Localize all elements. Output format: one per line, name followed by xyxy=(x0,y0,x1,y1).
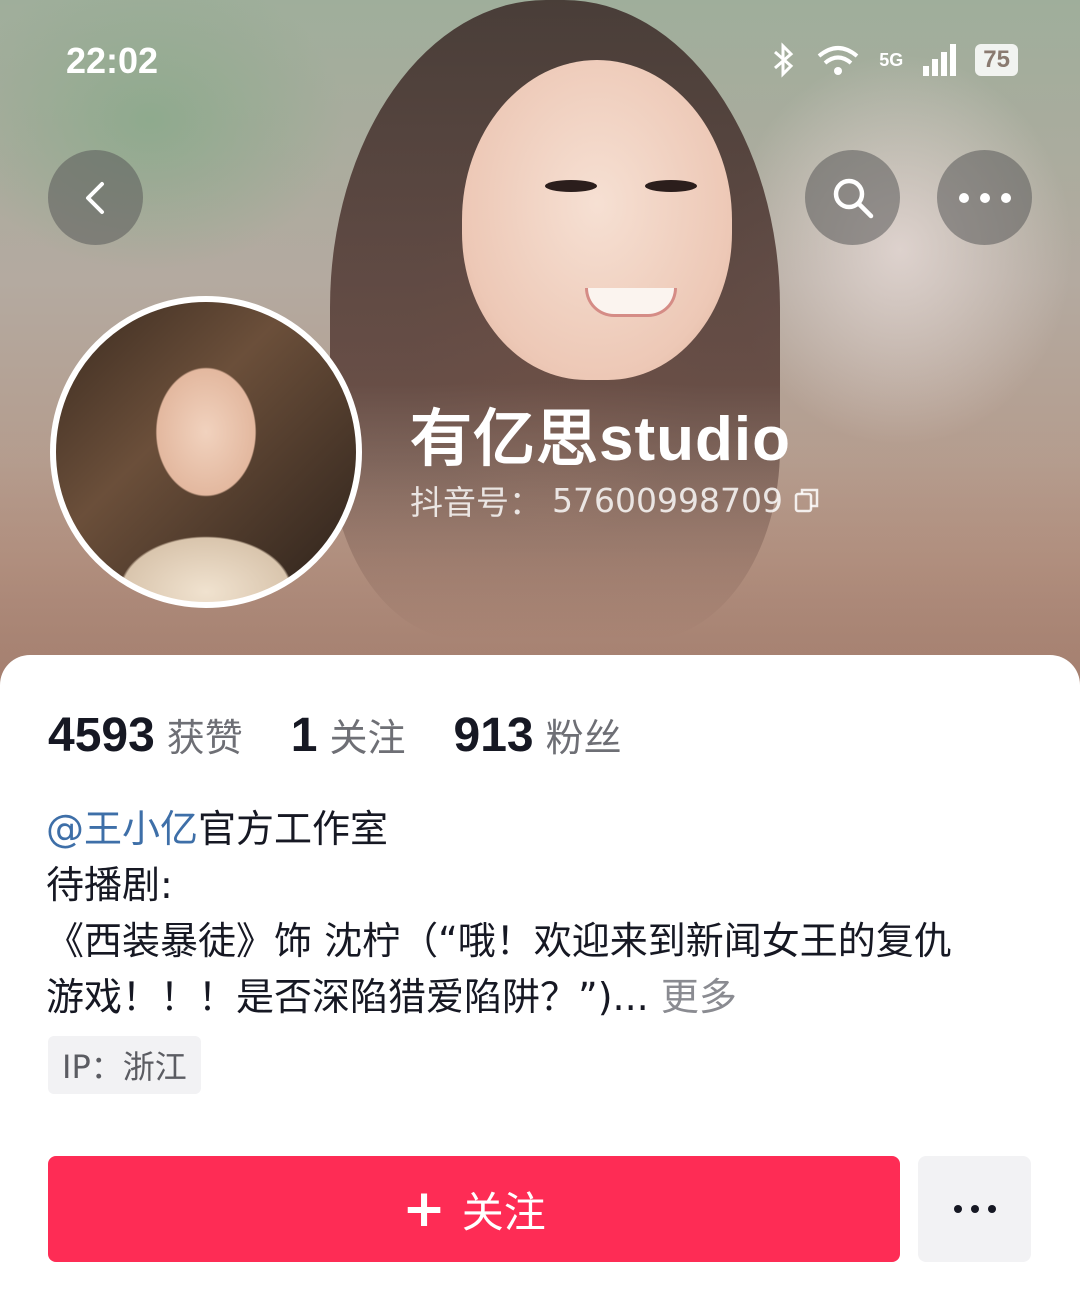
cover-photo-face xyxy=(462,60,732,380)
more-icon xyxy=(958,192,1011,203)
cover-photo-eye xyxy=(645,180,697,192)
stat-label: 获赞 xyxy=(166,716,243,760)
profile-cover: 22:02 5G 75 有亿思studio 抖音号： 57600998709 xyxy=(0,0,1080,700)
bio-text: 游戏！！！是否深陷猎爱陷阱？”)... xyxy=(46,975,649,1019)
bio-more-link[interactable]: 更多 xyxy=(661,975,737,1019)
bio-text: 官方工作室 xyxy=(198,807,389,851)
search-button[interactable] xyxy=(805,150,900,245)
stat-value: 4593 xyxy=(48,709,155,762)
profile-info-card: 4593 获赞 1 关注 913 粉丝 @王小亿官方工作室 待播剧: 《西装暴徒》饰 … xyxy=(0,655,1080,1290)
bio-line: @王小亿官方工作室 xyxy=(46,801,1046,857)
douyin-id[interactable]: 抖音号： 57600998709 xyxy=(410,476,821,524)
avatar[interactable] xyxy=(50,296,362,608)
stat-label: 粉丝 xyxy=(545,716,622,760)
back-icon xyxy=(85,181,104,214)
signal-icon xyxy=(923,44,957,76)
follow-button[interactable]: + 关注 xyxy=(48,1156,900,1262)
battery-indicator: 75 xyxy=(975,44,1018,76)
status-icons: 5G 75 xyxy=(771,42,1018,78)
profile-stats: 4593 获赞 1 关注 913 粉丝 xyxy=(48,707,622,763)
bio-line: 游戏！！！是否深陷猎爱陷阱？”)... 更多 xyxy=(46,969,1046,1025)
profile-options-button[interactable] xyxy=(918,1156,1031,1262)
bio-line: 《西装暴徒》饰 沈柠（“哦！欢迎来到新闻女王的复仇 xyxy=(46,919,952,963)
douyin-id-value: 57600998709 xyxy=(552,480,783,520)
ip-location-tag: IP：浙江 xyxy=(48,1036,201,1094)
more-icon xyxy=(953,1205,996,1213)
bluetooth-icon xyxy=(774,42,794,78)
stat-likes[interactable]: 4593 获赞 xyxy=(48,707,243,763)
stat-value: 1 xyxy=(290,709,318,762)
stat-value: 913 xyxy=(453,709,534,762)
bio-mention-link[interactable]: @王小亿 xyxy=(46,807,198,851)
cover-photo-eye xyxy=(545,180,597,192)
copy-icon[interactable] xyxy=(793,486,821,514)
follow-label: 关注 xyxy=(461,1187,546,1237)
douyin-id-label: 抖音号： xyxy=(410,483,542,522)
search-icon xyxy=(833,178,873,218)
profile-bio: @王小亿官方工作室 待播剧: 《西装暴徒》饰 沈柠（“哦！欢迎来到新闻女王的复仇… xyxy=(46,801,1046,1025)
bio-line: 待播剧: xyxy=(46,863,173,907)
more-options-button[interactable] xyxy=(937,150,1032,245)
profile-name: 有亿思studio xyxy=(410,405,791,474)
back-button[interactable] xyxy=(48,150,143,245)
status-time: 22:02 xyxy=(66,40,159,81)
plus-icon: + xyxy=(402,1179,446,1239)
wifi-icon xyxy=(817,46,859,75)
stat-label: 关注 xyxy=(329,716,406,760)
stat-followers[interactable]: 913 粉丝 xyxy=(454,707,622,763)
network-label: 5G xyxy=(879,49,904,70)
stat-following[interactable]: 1 关注 xyxy=(291,707,406,763)
cover-photo-smile xyxy=(585,288,677,317)
